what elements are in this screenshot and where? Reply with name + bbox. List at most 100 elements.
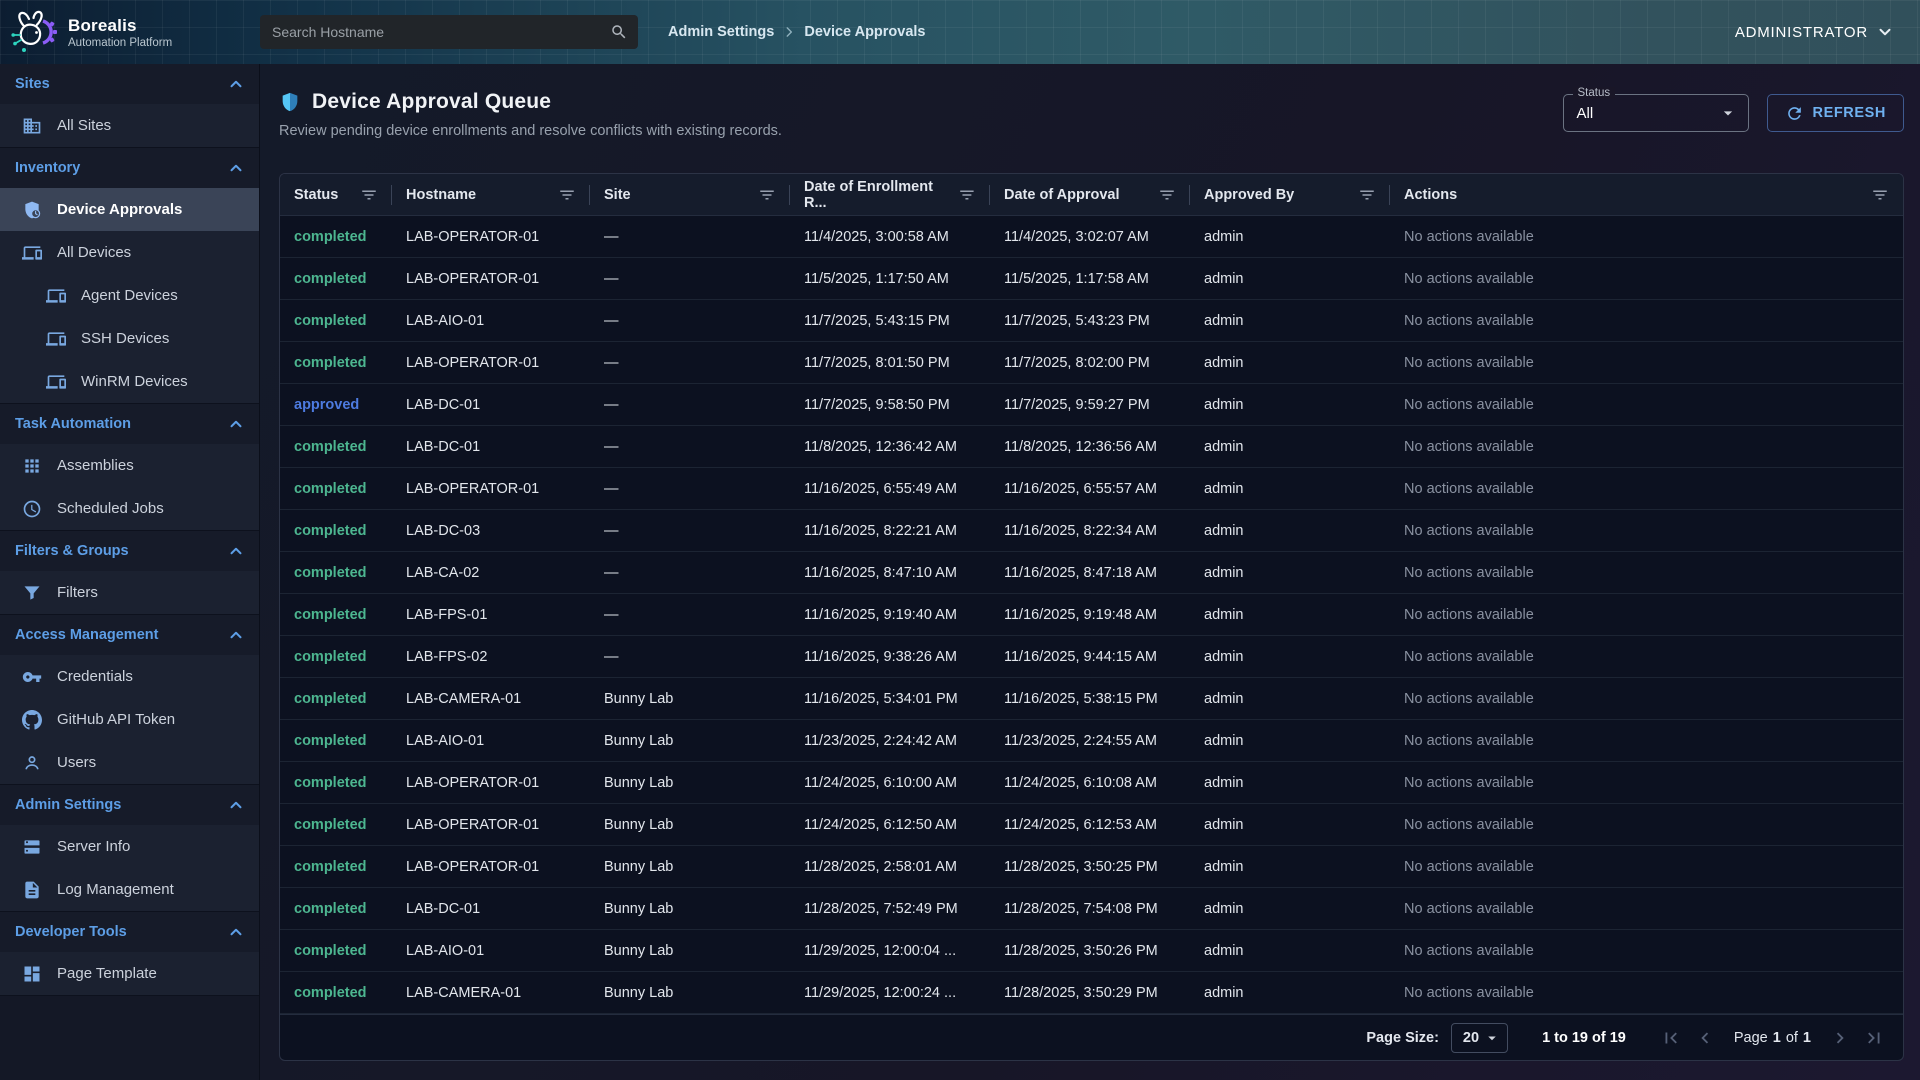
hostname-cell: LAB-OPERATOR-01 bbox=[392, 817, 590, 833]
approval-date-cell: 11/7/2025, 5:43:23 PM bbox=[990, 313, 1190, 329]
site-cell: Bunny Lab bbox=[590, 733, 790, 749]
table-row[interactable]: completedLAB-DC-01Bunny Lab11/28/2025, 7… bbox=[280, 888, 1903, 930]
chevron-up-icon bbox=[227, 542, 245, 560]
sidebar-section-header-admin-settings[interactable]: Admin Settings bbox=[0, 785, 259, 825]
hostname-cell: LAB-DC-01 bbox=[392, 901, 590, 917]
approval-date-cell: 11/5/2025, 1:17:58 AM bbox=[990, 271, 1190, 287]
table-row[interactable]: completedLAB-AIO-01Bunny Lab11/23/2025, … bbox=[280, 720, 1903, 762]
actions-cell: No actions available bbox=[1390, 481, 1903, 497]
enrollment-date-cell: 11/29/2025, 12:00:04 ... bbox=[790, 943, 990, 959]
column-header-approved-by[interactable]: Approved By bbox=[1190, 174, 1390, 215]
table-row[interactable]: completedLAB-CAMERA-01Bunny Lab11/16/202… bbox=[280, 678, 1903, 720]
sidebar-section-header-developer-tools[interactable]: Developer Tools bbox=[0, 912, 259, 952]
actions-cell: No actions available bbox=[1390, 733, 1903, 749]
sidebar-item-scheduled-jobs[interactable]: Scheduled Jobs bbox=[0, 487, 259, 530]
sidebar-item-users[interactable]: Users bbox=[0, 741, 259, 784]
table-row[interactable]: completedLAB-AIO-01—11/7/2025, 5:43:15 P… bbox=[280, 300, 1903, 342]
table-row[interactable]: completedLAB-OPERATOR-01—11/5/2025, 1:17… bbox=[280, 258, 1903, 300]
filter-list-icon[interactable] bbox=[958, 186, 976, 204]
brand[interactable]: Borealis Automation Platform bbox=[0, 8, 260, 56]
search-input[interactable] bbox=[272, 24, 610, 40]
approval-date-cell: 11/28/2025, 7:54:08 PM bbox=[990, 901, 1190, 917]
table-row[interactable]: completedLAB-DC-01—11/8/2025, 12:36:42 A… bbox=[280, 426, 1903, 468]
sidebar-item-assemblies[interactable]: Assemblies bbox=[0, 444, 259, 487]
sidebar: SitesAll SitesInventoryDevice ApprovalsA… bbox=[0, 64, 260, 1080]
sidebar-item-all-sites[interactable]: All Sites bbox=[0, 104, 259, 147]
user-menu[interactable]: ADMINISTRATOR bbox=[1735, 23, 1894, 41]
sidebar-item-device-approvals[interactable]: Device Approvals bbox=[0, 188, 259, 231]
status-filter-select[interactable]: Status All bbox=[1563, 94, 1749, 132]
actions-cell: No actions available bbox=[1390, 229, 1903, 245]
sidebar-item-label: Page Template bbox=[57, 965, 157, 982]
actions-cell: No actions available bbox=[1390, 565, 1903, 581]
sidebar-item-server-info[interactable]: Server Info bbox=[0, 825, 259, 868]
sidebar-section-header-sites[interactable]: Sites bbox=[0, 64, 259, 104]
table-row[interactable]: completedLAB-OPERATOR-01—11/4/2025, 3:00… bbox=[280, 216, 1903, 258]
status-cell: completed bbox=[280, 985, 392, 1001]
column-header-status[interactable]: Status bbox=[280, 174, 392, 215]
first-page-icon[interactable] bbox=[1660, 1027, 1682, 1049]
table-row[interactable]: completedLAB-OPERATOR-01Bunny Lab11/24/2… bbox=[280, 804, 1903, 846]
filter-list-icon[interactable] bbox=[1158, 186, 1176, 204]
page-subtitle: Review pending device enrollments and re… bbox=[279, 123, 782, 139]
table-row[interactable]: completedLAB-CAMERA-01Bunny Lab11/29/202… bbox=[280, 972, 1903, 1014]
page-size-select[interactable]: 20 bbox=[1451, 1023, 1508, 1053]
sidebar-item-filters[interactable]: Filters bbox=[0, 571, 259, 614]
sidebar-item-log-management[interactable]: Log Management bbox=[0, 868, 259, 911]
enrollment-date-cell: 11/23/2025, 2:24:42 AM bbox=[790, 733, 990, 749]
last-page-icon[interactable] bbox=[1863, 1027, 1885, 1049]
site-cell: — bbox=[590, 271, 790, 287]
sidebar-section-header-task-automation[interactable]: Task Automation bbox=[0, 404, 259, 444]
enrollment-date-cell: 11/16/2025, 6:55:49 AM bbox=[790, 481, 990, 497]
refresh-button[interactable]: REFRESH bbox=[1767, 94, 1905, 132]
breadcrumb-device-approvals[interactable]: Device Approvals bbox=[804, 24, 925, 40]
status-cell: completed bbox=[280, 565, 392, 581]
filter-list-icon[interactable] bbox=[360, 186, 378, 204]
sidebar-item-winrm-devices[interactable]: WinRM Devices bbox=[0, 360, 259, 403]
next-page-icon[interactable] bbox=[1829, 1027, 1851, 1049]
table-row[interactable]: completedLAB-FPS-02—11/16/2025, 9:38:26 … bbox=[280, 636, 1903, 678]
page-word: Page bbox=[1734, 1030, 1768, 1046]
column-header-date-of-enrollment-r[interactable]: Date of Enrollment R... bbox=[790, 174, 990, 215]
enrollment-date-cell: 11/16/2025, 8:47:10 AM bbox=[790, 565, 990, 581]
table-row[interactable]: completedLAB-AIO-01Bunny Lab11/29/2025, … bbox=[280, 930, 1903, 972]
table-row[interactable]: approvedLAB-DC-01—11/7/2025, 9:58:50 PM1… bbox=[280, 384, 1903, 426]
sidebar-item-ssh-devices[interactable]: SSH Devices bbox=[0, 317, 259, 360]
filter-list-icon[interactable] bbox=[758, 186, 776, 204]
table-row[interactable]: completedLAB-OPERATOR-01Bunny Lab11/24/2… bbox=[280, 762, 1903, 804]
table-row[interactable]: completedLAB-OPERATOR-01Bunny Lab11/28/2… bbox=[280, 846, 1903, 888]
sidebar-section-header-inventory[interactable]: Inventory bbox=[0, 148, 259, 188]
filter-list-icon[interactable] bbox=[1358, 186, 1376, 204]
page-header: Device Approval Queue Review pending dev… bbox=[279, 90, 1904, 139]
site-cell: — bbox=[590, 607, 790, 623]
table-row[interactable]: completedLAB-CA-02—11/16/2025, 8:47:10 A… bbox=[280, 552, 1903, 594]
search-hostname-box[interactable] bbox=[260, 15, 638, 49]
caret-down-icon bbox=[1483, 1029, 1501, 1047]
column-header-site[interactable]: Site bbox=[590, 174, 790, 215]
filter-list-icon[interactable] bbox=[558, 186, 576, 204]
sidebar-item-all-devices[interactable]: All Devices bbox=[0, 231, 259, 274]
column-header-hostname[interactable]: Hostname bbox=[392, 174, 590, 215]
enrollment-date-cell: 11/16/2025, 9:38:26 AM bbox=[790, 649, 990, 665]
table-row[interactable]: completedLAB-DC-03—11/16/2025, 8:22:21 A… bbox=[280, 510, 1903, 552]
table-row[interactable]: completedLAB-OPERATOR-01—11/16/2025, 6:5… bbox=[280, 468, 1903, 510]
search-icon[interactable] bbox=[610, 23, 628, 41]
column-header-actions[interactable]: Actions bbox=[1390, 174, 1903, 215]
status-cell: completed bbox=[280, 859, 392, 875]
sidebar-item-github-api-token[interactable]: GitHub API Token bbox=[0, 698, 259, 741]
approval-date-cell: 11/28/2025, 3:50:29 PM bbox=[990, 985, 1190, 1001]
table-row[interactable]: completedLAB-FPS-01—11/16/2025, 9:19:40 … bbox=[280, 594, 1903, 636]
sidebar-item-agent-devices[interactable]: Agent Devices bbox=[0, 274, 259, 317]
column-header-date-of-approval[interactable]: Date of Approval bbox=[990, 174, 1190, 215]
sidebar-item-page-template[interactable]: Page Template bbox=[0, 952, 259, 995]
filter-list-icon[interactable] bbox=[1871, 186, 1889, 204]
enrollment-date-cell: 11/16/2025, 5:34:01 PM bbox=[790, 691, 990, 707]
table-row[interactable]: completedLAB-OPERATOR-01—11/7/2025, 8:01… bbox=[280, 342, 1903, 384]
page-size-value: 20 bbox=[1463, 1030, 1479, 1046]
prev-page-icon[interactable] bbox=[1694, 1027, 1716, 1049]
sidebar-section-header-filters-groups[interactable]: Filters & Groups bbox=[0, 531, 259, 571]
sidebar-section-header-access-management[interactable]: Access Management bbox=[0, 615, 259, 655]
sidebar-section-label: Task Automation bbox=[15, 416, 131, 432]
breadcrumb-admin-settings[interactable]: Admin Settings bbox=[668, 24, 774, 40]
sidebar-item-credentials[interactable]: Credentials bbox=[0, 655, 259, 698]
